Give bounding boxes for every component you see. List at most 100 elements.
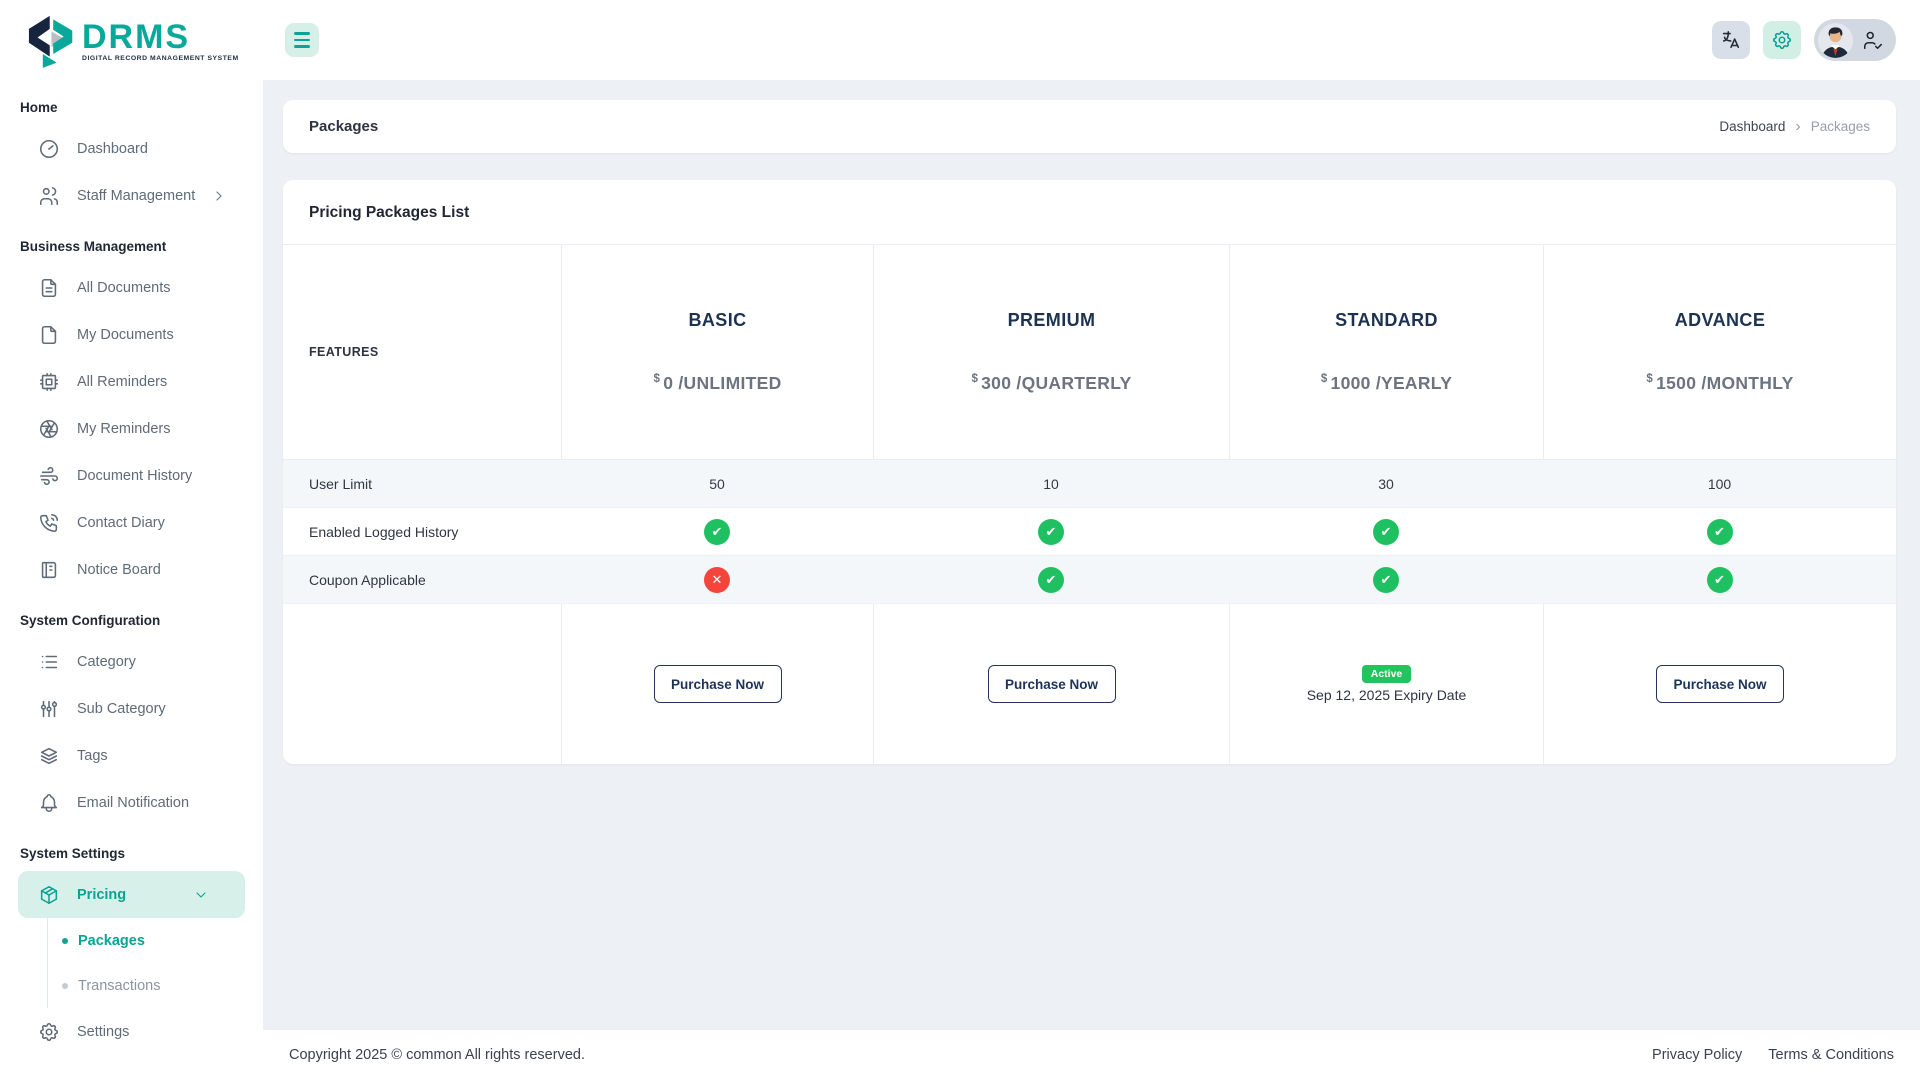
bullet-icon	[62, 983, 68, 989]
sidebar-item-label: Tags	[77, 748, 247, 764]
user-limit-value: 10	[873, 460, 1229, 508]
price-value: 300 /QUARTERLY	[981, 373, 1131, 393]
user-check-icon	[1862, 29, 1884, 51]
sidebar-item-label: Dashboard	[77, 141, 247, 157]
package-header-standard: STANDARD $1000 /YEARLY	[1229, 245, 1543, 460]
chevron-right-icon	[208, 188, 230, 204]
sidebar-item-label: Contact Diary	[77, 515, 247, 531]
sidebar-item-label: All Documents	[77, 280, 247, 296]
sidebar-item-my-documents[interactable]: My Documents	[0, 311, 263, 358]
coupon-cell	[873, 556, 1229, 604]
copyright-text: Copyright 2025 © common All rights reser…	[289, 1047, 585, 1063]
purchase-now-button-basic[interactable]: Purchase Now	[654, 665, 782, 703]
sidebar-item-settings[interactable]: Settings	[0, 1008, 263, 1055]
sidebar-item-dashboard[interactable]: Dashboard	[0, 125, 263, 172]
premium-action-cell: Purchase Now	[873, 604, 1229, 764]
price-value: 1500 /MONTHLY	[1656, 373, 1793, 393]
sidebar-subitem-transactions[interactable]: Transactions	[48, 963, 263, 1008]
file-text-icon	[38, 277, 60, 299]
purchase-now-button-advance[interactable]: Purchase Now	[1656, 665, 1784, 703]
sidebar-item-category[interactable]: Category	[0, 638, 263, 685]
settings-button[interactable]	[1763, 21, 1801, 59]
status-icon	[1038, 519, 1064, 545]
page-header-card: Packages Dashboard › Packages	[283, 100, 1896, 153]
status-icon	[1707, 519, 1733, 545]
sidebar-subitem-label: Packages	[78, 933, 145, 949]
sidebar-item-label: Category	[77, 654, 247, 670]
status-icon	[704, 567, 730, 593]
sidebar-item-label: My Reminders	[77, 421, 247, 437]
expiry-date-text: Sep 12, 2025 Expiry Date	[1307, 687, 1467, 703]
user-limit-value: 30	[1229, 460, 1543, 508]
topbar	[263, 0, 1920, 80]
sidebar-item-label: Settings	[77, 1024, 247, 1040]
section-home: Home	[0, 80, 263, 125]
sidebar-item-label: Email Notification	[77, 795, 247, 811]
chevron-right-icon: ›	[1795, 119, 1800, 135]
package-header-premium: PREMIUM $300 /QUARTERLY	[873, 245, 1229, 460]
gear-icon	[38, 1021, 60, 1043]
sidebar-item-label: Notice Board	[77, 562, 247, 578]
sidebar-item-staff-management[interactable]: Staff Management	[0, 172, 263, 219]
users-icon	[38, 185, 60, 207]
list-icon	[38, 651, 60, 673]
package-name: PREMIUM	[1008, 310, 1096, 331]
section-system-configuration: System Configuration	[0, 593, 263, 638]
layers-icon	[38, 745, 60, 767]
package-price: $1500 /MONTHLY	[1646, 373, 1793, 394]
purchase-now-button-premium[interactable]: Purchase Now	[988, 665, 1116, 703]
privacy-policy-link[interactable]: Privacy Policy	[1652, 1047, 1742, 1063]
status-icon	[1373, 519, 1399, 545]
sidebar: DRMS DIGITAL RECORD MANAGEMENT SYSTEM Ho…	[0, 0, 263, 1080]
currency-symbol: $	[1321, 373, 1328, 385]
sidebar-item-label: My Documents	[77, 327, 247, 343]
user-limit-value: 50	[561, 460, 873, 508]
package-name: ADVANCE	[1675, 310, 1765, 331]
dashboard-icon	[38, 138, 60, 160]
package-price: $300 /QUARTERLY	[971, 373, 1131, 394]
feature-row-label: Coupon Applicable	[283, 556, 561, 604]
sidebar-item-all-reminders[interactable]: All Reminders	[0, 358, 263, 405]
sidebar-item-sub-category[interactable]: Sub Category	[0, 685, 263, 732]
sidebar-item-all-documents[interactable]: All Documents	[0, 264, 263, 311]
actions-spacer	[283, 604, 561, 764]
currency-symbol: $	[653, 373, 660, 385]
brand-tagline: DIGITAL RECORD MANAGEMENT SYSTEM	[82, 56, 239, 63]
sidebar-toggle-button[interactable]	[285, 23, 319, 57]
feature-row-label: User Limit	[283, 460, 561, 508]
sidebar-item-notice-board[interactable]: Notice Board	[0, 546, 263, 593]
sidebar-subitem-packages[interactable]: Packages	[48, 918, 263, 963]
file-icon	[38, 324, 60, 346]
sidebar-item-label: Document History	[77, 468, 247, 484]
pricing-list-heading: Pricing Packages List	[283, 180, 1896, 245]
page-content: Packages Dashboard › Packages Pricing Pa…	[263, 80, 1920, 1030]
standard-action-cell: Active Sep 12, 2025 Expiry Date	[1229, 604, 1543, 764]
sidebar-item-tags[interactable]: Tags	[0, 732, 263, 779]
package-price: $0 /UNLIMITED	[653, 373, 781, 394]
aperture-icon	[38, 418, 60, 440]
sidebar-item-contact-diary[interactable]: Contact Diary	[0, 499, 263, 546]
language-button[interactable]	[1712, 21, 1750, 59]
breadcrumb-current: Packages	[1811, 119, 1870, 134]
adjustments-icon	[38, 698, 60, 720]
sidebar-item-pricing[interactable]: Pricing	[18, 871, 245, 918]
coupon-cell	[561, 556, 873, 604]
feature-row-label: Enabled Logged History	[283, 508, 561, 556]
price-value: 0 /UNLIMITED	[663, 373, 781, 393]
coupon-cell	[1229, 556, 1543, 604]
section-system-settings: System Settings	[0, 826, 263, 871]
logged-history-cell	[561, 508, 873, 556]
user-limit-value: 100	[1543, 460, 1896, 508]
terms-conditions-link[interactable]: Terms & Conditions	[1768, 1047, 1894, 1063]
features-header: FEATURES	[283, 245, 561, 460]
sidebar-item-label: Sub Category	[77, 701, 247, 717]
status-icon	[1373, 567, 1399, 593]
user-menu-button[interactable]	[1814, 19, 1896, 61]
sidebar-item-email-notification[interactable]: Email Notification	[0, 779, 263, 826]
sidebar-item-document-history[interactable]: Document History	[0, 452, 263, 499]
app-logo[interactable]: DRMS DIGITAL RECORD MANAGEMENT SYSTEM	[0, 0, 263, 80]
price-value: 1000 /YEARLY	[1331, 373, 1453, 393]
currency-symbol: $	[1646, 373, 1653, 385]
sidebar-item-my-reminders[interactable]: My Reminders	[0, 405, 263, 452]
breadcrumb-dashboard[interactable]: Dashboard	[1719, 119, 1785, 134]
